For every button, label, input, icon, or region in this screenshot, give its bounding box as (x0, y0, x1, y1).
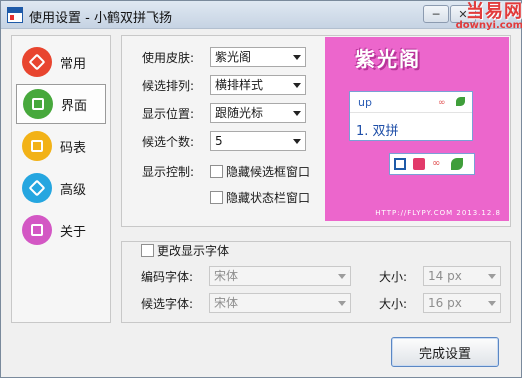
cand-font-label: 候选字体: (141, 296, 194, 311)
nav-item-common[interactable]: 常用 (16, 42, 106, 82)
advanced-icon (22, 173, 52, 203)
hide-status-label: 隐藏状态栏窗口 (226, 190, 311, 205)
preview-candidate: 1. 双拼 (356, 124, 399, 139)
cand-size-select[interactable]: 16 px (423, 293, 501, 313)
watermark-top: 当易网 (466, 1, 522, 22)
link-icon: ∞ (432, 158, 441, 169)
title-bar: 使用设置 - 小鹤双拼飞扬 ─ ✕ 当易网 downyi.com (1, 1, 522, 31)
chevron-down-icon (338, 301, 346, 306)
cand-font-select[interactable]: 宋体 (209, 293, 351, 313)
code-font-value: 宋体 (214, 269, 239, 283)
nav-item-interface[interactable]: 界面 (16, 84, 106, 124)
chevron-down-icon (338, 274, 346, 279)
position-select[interactable]: 跟随光标 (210, 103, 306, 123)
skin-value: 紫光阁 (215, 50, 252, 64)
finish-button[interactable]: 完成设置 (391, 337, 499, 367)
preview-code: up (358, 96, 372, 109)
chevron-down-icon (293, 111, 301, 116)
preview-status-bar: ∞ (389, 153, 475, 175)
count-label: 候选个数: (142, 134, 195, 149)
chevron-down-icon (293, 83, 301, 88)
change-font-legend: 更改显示字体 (141, 242, 234, 258)
nav-label: 关于 (60, 224, 87, 240)
preview-candidate-box: up ∞ 1. 双拼 (349, 91, 473, 141)
cand-font-row: 候选字体: 宋体 大小: 16 px (141, 292, 501, 314)
nav-item-codetable[interactable]: 码表 (16, 126, 106, 166)
count-select[interactable]: 5 (210, 131, 306, 151)
order-value: 横排样式 (215, 78, 264, 92)
position-value: 跟随光标 (215, 106, 264, 120)
cand-size-label: 大小: (379, 296, 408, 311)
skin-select[interactable]: 紫光阁 (210, 47, 306, 67)
control-row: 显示控制: 隐藏候选框窗口 (142, 160, 310, 182)
chevron-down-icon (488, 301, 496, 306)
hide-candidate-checkbox[interactable] (210, 164, 223, 178)
cand-font-value: 宋体 (214, 296, 239, 310)
skin-row: 使用皮肤: 紫光阁 (142, 46, 306, 68)
watermark-logo: 当易网 downyi.com (455, 1, 522, 31)
code-size-label: 大小: (379, 269, 408, 284)
chevron-down-icon (293, 139, 301, 144)
chevron-down-icon (488, 274, 496, 279)
nav-item-advanced[interactable]: 高级 (16, 168, 106, 208)
code-font-select[interactable]: 宋体 (209, 266, 351, 286)
chevron-down-icon (293, 55, 301, 60)
skin-preview: 紫光阁 up ∞ 1. 双拼 ∞ HTTP://FLYPY.COM 2013.1… (325, 37, 509, 221)
codetable-icon (22, 131, 52, 161)
count-value: 5 (215, 134, 223, 148)
preview-footer: HTTP://FLYPY.COM 2013.12.8 (375, 209, 501, 217)
change-font-checkbox[interactable] (141, 243, 154, 257)
watermark-bottom: downyi.com (455, 20, 522, 31)
app-icon (7, 7, 23, 23)
link-icon: ∞ (438, 98, 446, 108)
control-label: 显示控制: (142, 164, 195, 179)
chinese-mode-icon (413, 158, 425, 170)
position-label: 显示位置: (142, 106, 195, 121)
hide-candidate-label: 隐藏候选框窗口 (226, 164, 311, 179)
logo-icon (394, 158, 406, 170)
count-row: 候选个数: 5 (142, 130, 306, 152)
nav-label: 常用 (60, 56, 87, 72)
change-font-label: 更改显示字体 (157, 243, 230, 258)
code-size-select[interactable]: 14 px (423, 266, 501, 286)
code-font-label: 编码字体: (141, 269, 194, 284)
interface-icon (23, 89, 53, 119)
skin-label: 使用皮肤: (142, 50, 195, 65)
window-title: 使用设置 - 小鹤双拼飞扬 (29, 11, 172, 26)
nav-label: 高级 (60, 182, 87, 198)
common-icon (22, 47, 52, 77)
minimize-button[interactable]: ─ (423, 5, 449, 23)
cand-size-value: 16 px (428, 296, 462, 310)
code-size-value: 14 px (428, 269, 462, 283)
sidebar-nav: 常用 界面 码表 高级 关于 (11, 35, 111, 323)
preview-divider (350, 112, 472, 113)
position-row: 显示位置: 跟随光标 (142, 102, 306, 124)
about-icon (22, 215, 52, 245)
leaf-icon (456, 97, 465, 106)
order-row: 候选排列: 横排样式 (142, 74, 306, 96)
leaf-icon (451, 158, 463, 170)
nav-item-about[interactable]: 关于 (16, 210, 106, 250)
nav-label: 界面 (61, 98, 88, 114)
order-label: 候选排列: (142, 78, 195, 93)
preview-title: 紫光阁 (355, 47, 421, 71)
code-font-row: 编码字体: 宋体 大小: 14 px (141, 265, 501, 287)
hide-status-row: 隐藏状态栏窗口 (210, 186, 310, 208)
hide-status-checkbox[interactable] (210, 190, 223, 204)
settings-window: 使用设置 - 小鹤双拼飞扬 ─ ✕ 当易网 downyi.com 常用 界面 码… (0, 0, 522, 378)
order-select[interactable]: 横排样式 (210, 75, 306, 95)
nav-label: 码表 (60, 140, 87, 156)
